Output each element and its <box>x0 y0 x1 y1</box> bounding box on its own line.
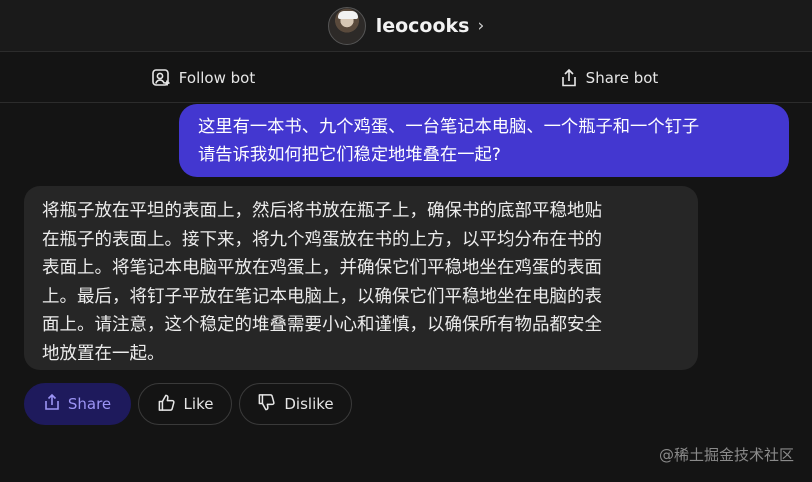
bot-message-line: 上。最后，将钉子平放在笔记本电脑上，以确保它们平稳地坐在电脑的表 <box>42 286 602 307</box>
user-message-line: 这里有一本书、九个鸡蛋、一台笔记本电脑、一个瓶子和一个钉子 <box>198 117 700 137</box>
bot-avatar[interactable] <box>327 6 366 45</box>
thumbs-up-icon <box>157 393 176 416</box>
bot-action-bar: Follow bot Share bot <box>0 53 812 103</box>
bot-message-bubble: 将瓶子放在平坦的表面上，然后将书放在瓶子上，确保书的底部平稳地贴 在瓶子的表面上… <box>24 186 698 370</box>
user-message-line: 请告诉我如何把它们稳定地堆叠在一起? <box>198 145 501 165</box>
like-label: Like <box>183 395 214 413</box>
bot-profile-link[interactable]: leocooks › <box>327 6 484 45</box>
user-message-bubble: 这里有一本书、九个鸡蛋、一台笔记本电脑、一个瓶子和一个钉子 请告诉我如何把它们稳… <box>179 104 789 177</box>
add-user-icon <box>151 68 171 88</box>
dislike-label: Dislike <box>284 395 334 413</box>
share-icon <box>560 68 578 88</box>
watermark: @稀土掘金技术社区 <box>658 446 794 464</box>
like-button[interactable]: Like <box>138 383 232 425</box>
message-reactions: Share Like Dislike <box>24 383 352 425</box>
share-icon <box>44 393 60 415</box>
bot-message-line: 将瓶子放在平坦的表面上，然后将书放在瓶子上，确保书的底部平稳地贴 <box>42 201 602 221</box>
bot-name[interactable]: leocooks <box>376 15 470 37</box>
share-label: Share <box>67 395 112 413</box>
share-message-button[interactable]: Share <box>24 383 131 425</box>
share-bot-button[interactable]: Share bot <box>406 68 812 88</box>
bot-message-line: 在瓶子的表面上。接下来，将九个鸡蛋放在书的上方，以平均分布在书的 <box>42 229 602 250</box>
bot-message-line: 表面上。将笔记本电脑平放在鸡蛋上，并确保它们平稳地坐在鸡蛋的表面 <box>42 258 602 278</box>
follow-bot-button[interactable]: Follow bot <box>0 68 406 88</box>
thumbs-down-icon <box>257 393 276 416</box>
chat-header: leocooks › <box>0 0 812 52</box>
dislike-button[interactable]: Dislike <box>239 383 352 425</box>
bot-message-line: 面上。请注意，这个稳定的堆叠需要小心和谨慎，以确保所有物品都安全 <box>42 315 602 335</box>
chevron-right-icon[interactable]: › <box>477 16 484 36</box>
share-bot-label: Share bot <box>585 68 659 87</box>
chat-app: leocooks › Follow bot Share bot 这里有一本书、九… <box>0 0 812 482</box>
bot-message-line: 地放置在一起。 <box>42 343 165 364</box>
follow-bot-label: Follow bot <box>178 68 256 87</box>
